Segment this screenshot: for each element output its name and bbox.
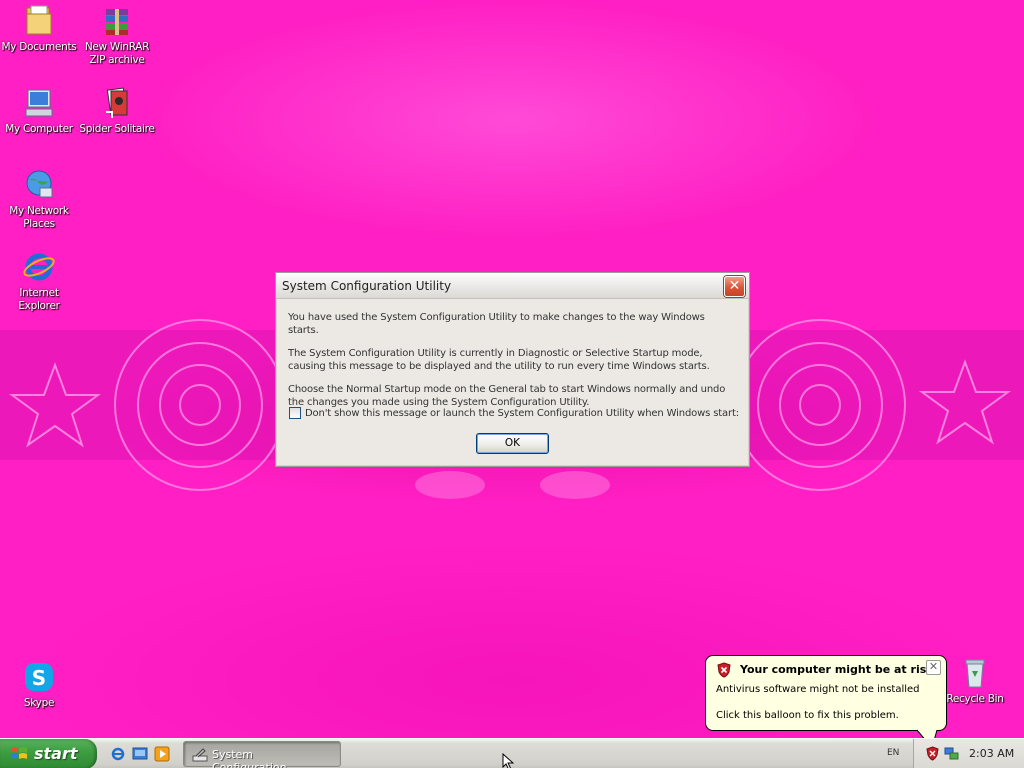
clock[interactable]: 2:03 AM (969, 747, 1014, 760)
mouse-cursor-icon (502, 752, 515, 768)
balloon-action-text: Click this balloon to fix this problem. (716, 710, 899, 721)
skype-icon: S (22, 660, 56, 694)
quick-launch-internet-explorer[interactable] (110, 746, 126, 762)
system-tray: 2:03 AM (913, 739, 1024, 768)
desktop-icon-label: My Computer (5, 123, 73, 135)
system-configuration-dialog: System Configuration Utility ✕ You have … (275, 272, 750, 467)
security-alert-balloon[interactable]: Your computer might be at risk ✕ Antivir… (705, 655, 947, 731)
dialog-titlebar[interactable]: System Configuration Utility ✕ (276, 273, 749, 299)
windows-flag-icon (10, 745, 28, 763)
desktop-icon-label: Spider Solitaire (79, 123, 155, 135)
security-center-icon[interactable] (925, 746, 940, 761)
winrar-archive-icon (100, 4, 134, 38)
balloon-message: Antivirus software might not be installe… (716, 684, 920, 695)
balloon-title: Your computer might be at risk (740, 663, 934, 676)
spider-solitaire-icon (100, 86, 134, 120)
dialog-message-2: The System Configuration Utility is curr… (288, 348, 710, 372)
ok-button[interactable]: OK (476, 433, 549, 454)
start-label: start (34, 744, 78, 763)
desktop-icon-recycle-bin[interactable]: Recycle Bin (936, 656, 1014, 706)
desktop-icon-skype[interactable]: S Skype (0, 660, 78, 710)
taskbar-button-label: System Configuration... (212, 748, 298, 768)
recycle-bin-icon (958, 656, 992, 690)
dialog-message-3: Choose the Normal Startup mode on the Ge… (288, 384, 726, 408)
internet-explorer-icon (111, 747, 125, 761)
desktop-icon-internet-explorer[interactable]: Internet Explorer (0, 250, 78, 313)
quick-launch-media-player[interactable] (154, 746, 170, 762)
desktop-icon-label: Internet Explorer (18, 287, 60, 312)
desktop-icon-my-documents[interactable]: My Documents (0, 4, 78, 54)
desktop-icon-label: My Network Places (9, 205, 69, 230)
dont-show-checkbox[interactable] (289, 407, 301, 419)
dialog-message-1: You have used the System Configuration U… (288, 312, 705, 336)
taskbar-button-system-configuration[interactable]: System Configuration... (183, 741, 341, 768)
network-connection-icon[interactable] (944, 746, 959, 761)
folder-icon (22, 4, 56, 38)
close-icon: ✕ (928, 660, 939, 673)
svg-text:S: S (32, 666, 46, 690)
show-desktop-icon (132, 747, 148, 760)
desktop-icon-label: Recycle Bin (946, 693, 1004, 705)
start-button[interactable]: start (0, 739, 97, 768)
desktop-icon-winrar-archive[interactable]: New WinRAR ZIP archive (78, 4, 156, 67)
dialog-body: You have used the System Configuration U… (288, 311, 737, 419)
media-player-icon (154, 746, 170, 762)
desktop-icon-label: Skype (23, 697, 55, 709)
close-icon: ✕ (728, 278, 741, 294)
internet-explorer-icon (22, 250, 56, 284)
dialog-title: System Configuration Utility (282, 279, 452, 293)
security-shield-icon (716, 662, 732, 678)
balloon-close-button[interactable]: ✕ (926, 660, 941, 675)
dont-show-checkbox-label[interactable]: Don't show this message or launch the Sy… (305, 408, 739, 419)
system-configuration-icon (192, 747, 208, 763)
desktop-icon-spider-solitaire[interactable]: Spider Solitaire (78, 86, 156, 136)
desktop-icon-my-network-places[interactable]: My Network Places (0, 168, 78, 231)
close-button[interactable]: ✕ (724, 276, 745, 297)
computer-icon (22, 86, 56, 120)
desktop-icon-my-computer[interactable]: My Computer (0, 86, 78, 136)
dont-show-checkbox-row: Don't show this message or launch the Sy… (289, 407, 739, 419)
quick-launch-show-desktop[interactable] (132, 746, 148, 762)
desktop-icon-label: New WinRAR ZIP archive (84, 41, 150, 66)
network-globe-icon (22, 168, 56, 202)
desktop-icon-label: My Documents (1, 41, 77, 53)
language-indicator[interactable]: EN (887, 748, 899, 758)
